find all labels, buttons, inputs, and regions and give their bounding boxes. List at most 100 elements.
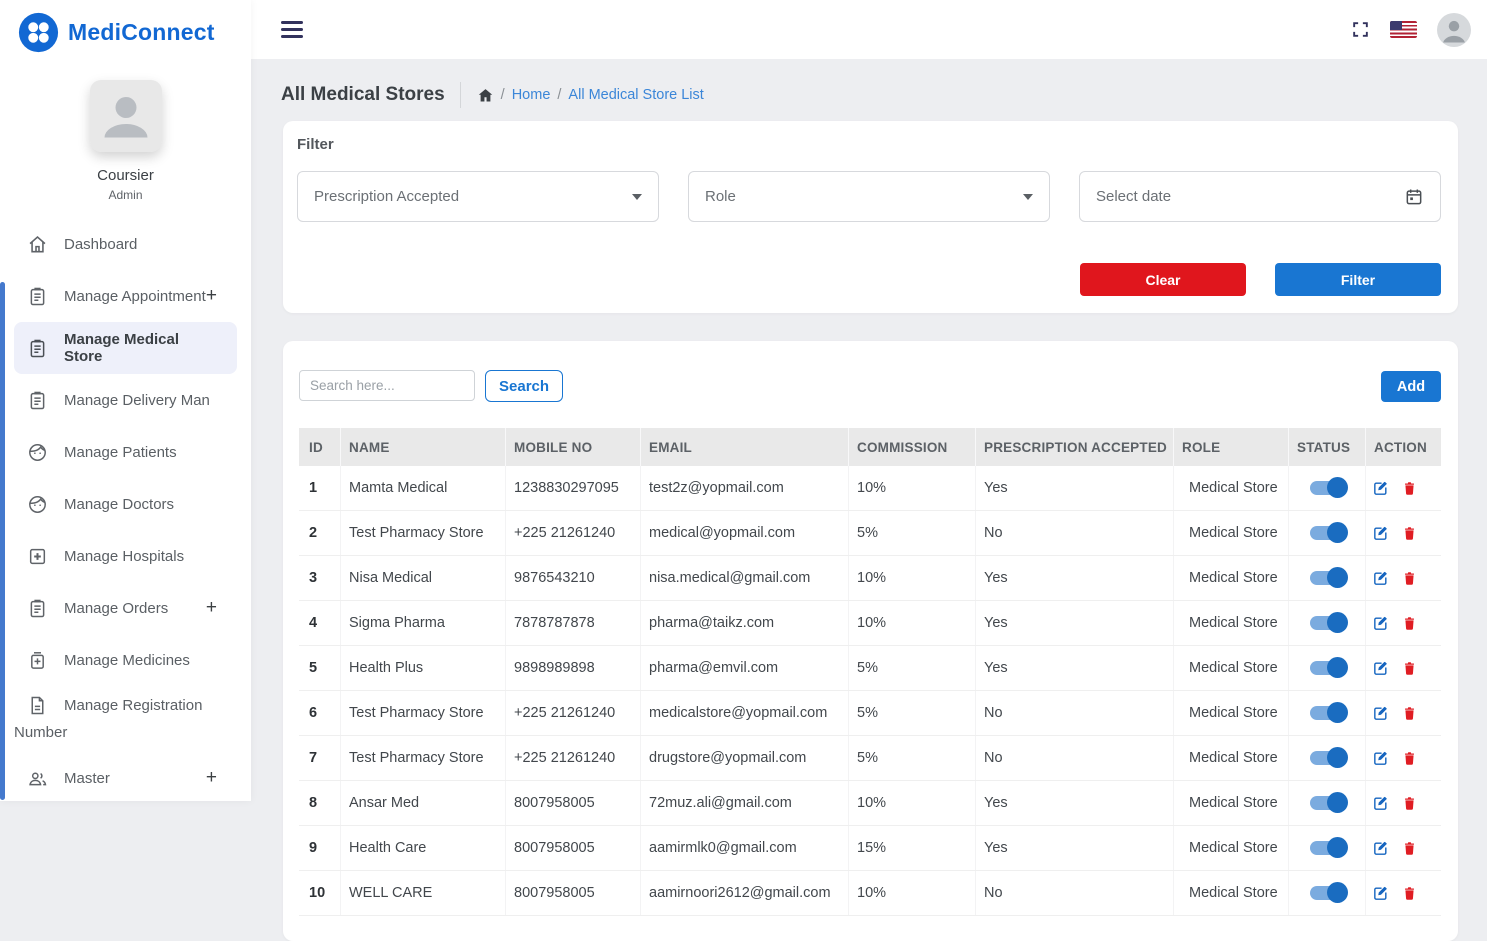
clipboard-icon [27,390,48,411]
expand-plus-icon: + [206,767,217,789]
cell-email: aamirmlk0@gmail.com [640,826,848,870]
delete-button[interactable] [1402,705,1417,722]
edit-button[interactable] [1372,885,1389,902]
sidebar-item-master[interactable]: Master+ [14,752,237,804]
cell-email: nisa.medical@gmail.com [640,556,848,600]
sidebar-item-manage-medicines[interactable]: Manage Medicines [14,634,237,686]
delete-button[interactable] [1402,750,1417,767]
page-title: All Medical Stores [281,84,445,106]
sidebar-item-manage-registration-number[interactable]: Manage Registration Number [14,686,237,752]
table-row: 6Test Pharmacy Store+225 21261240medical… [299,691,1441,736]
search-input[interactable] [299,370,475,401]
cell-action [1365,466,1441,510]
prescription-accepted-select[interactable]: Prescription Accepted [297,171,659,222]
edit-button[interactable] [1372,660,1389,677]
cell-prescription-accepted: No [975,871,1173,915]
edit-button[interactable] [1372,795,1389,812]
cell-email: 72muz.ali@gmail.com [640,781,848,825]
cell-action [1365,826,1441,870]
status-toggle[interactable] [1310,616,1344,630]
sidebar-item-dashboard[interactable]: Dashboard [14,218,237,270]
sidebar-item-manage-patients[interactable]: Manage Patients [14,426,237,478]
sidebar-item-label: Manage Orders [64,600,168,617]
column-header-mobile-no: MOBILE NO [505,428,640,466]
edit-button[interactable] [1372,615,1389,632]
language-us-flag-icon[interactable] [1390,21,1417,38]
cell-email: aamirnoori2612@gmail.com [640,871,848,915]
cell-id: 4 [299,601,340,645]
sidebar-item-manage-delivery-man[interactable]: Manage Delivery Man [14,374,237,426]
role-select[interactable]: Role [688,171,1050,222]
status-toggle[interactable] [1310,571,1344,585]
cell-email: drugstore@yopmail.com [640,736,848,780]
cell-status [1288,781,1365,825]
sidebar-item-label: Manage Medicines [64,652,190,669]
clear-button[interactable]: Clear [1080,263,1246,296]
status-toggle[interactable] [1310,481,1344,495]
cell-email: pharma@taikz.com [640,601,848,645]
delete-button[interactable] [1402,615,1417,632]
cell-id: 8 [299,781,340,825]
status-toggle[interactable] [1310,706,1344,720]
date-picker-field[interactable]: Select date [1079,171,1441,222]
cell-status [1288,871,1365,915]
cell-mobile: +225 21261240 [505,736,640,780]
sidebar-item-manage-orders[interactable]: Manage Orders+ [14,582,237,634]
sidebar-item-manage-appointment[interactable]: Manage Appointment+ [14,270,237,322]
edit-button[interactable] [1372,525,1389,542]
sidebar-item-manage-medical-store[interactable]: Manage Medical Store [14,322,237,374]
cell-prescription-accepted: Yes [975,781,1173,825]
fullscreen-icon[interactable] [1351,20,1370,39]
cell-name: Health Plus [340,646,505,690]
cell-commission: 5% [848,646,975,690]
status-toggle[interactable] [1310,661,1344,675]
breadcrumb-link-list[interactable]: All Medical Store List [568,87,703,103]
sidebar-item-manage-doctors[interactable]: Manage Doctors [14,478,237,530]
face-icon [27,442,48,463]
cell-id: 3 [299,556,340,600]
header-divider [460,82,461,108]
sidebar-scrollbar[interactable] [0,282,5,800]
brand[interactable]: MediConnect [0,0,251,53]
delete-button[interactable] [1402,795,1417,812]
delete-button[interactable] [1402,480,1417,497]
cell-commission: 5% [848,691,975,735]
sidebar: MediConnect Coursier Admin DashboardMana… [0,0,251,801]
delete-button[interactable] [1402,660,1417,677]
home-icon[interactable] [477,87,494,104]
delete-button[interactable] [1402,885,1417,902]
cell-mobile: 7878787878 [505,601,640,645]
breadcrumb: / Home / All Medical Store List [477,87,704,104]
edit-button[interactable] [1372,480,1389,497]
edit-button[interactable] [1372,570,1389,587]
user-avatar[interactable] [1437,13,1471,47]
cell-role: Medical Store [1173,736,1288,780]
hamburger-menu-icon[interactable] [281,21,303,42]
status-toggle[interactable] [1310,751,1344,765]
cell-commission: 10% [848,601,975,645]
table-row: 3Nisa Medical9876543210nisa.medical@gmai… [299,556,1441,601]
table-body: 1Mamta Medical1238830297095test2z@yopmai… [299,466,1441,916]
delete-button[interactable] [1402,840,1417,857]
chevron-down-icon [1023,194,1033,200]
search-button[interactable]: Search [485,370,563,402]
status-toggle[interactable] [1310,796,1344,810]
delete-button[interactable] [1402,525,1417,542]
cell-prescription-accepted: Yes [975,556,1173,600]
cell-id: 2 [299,511,340,555]
column-header-commission: COMMISSION [848,428,975,466]
status-toggle[interactable] [1310,526,1344,540]
breadcrumb-link-home[interactable]: Home [512,87,551,103]
select-placeholder: Prescription Accepted [314,188,632,205]
status-toggle[interactable] [1310,886,1344,900]
status-toggle[interactable] [1310,841,1344,855]
edit-button[interactable] [1372,750,1389,767]
sidebar-item-manage-hospitals[interactable]: Manage Hospitals [14,530,237,582]
add-button[interactable]: Add [1381,371,1441,402]
column-header-prescription-accepted: PRESCRIPTION ACCEPTED [975,428,1173,466]
edit-button[interactable] [1372,840,1389,857]
edit-button[interactable] [1372,705,1389,722]
cell-role: Medical Store [1173,826,1288,870]
delete-button[interactable] [1402,570,1417,587]
filter-button[interactable]: Filter [1275,263,1441,296]
